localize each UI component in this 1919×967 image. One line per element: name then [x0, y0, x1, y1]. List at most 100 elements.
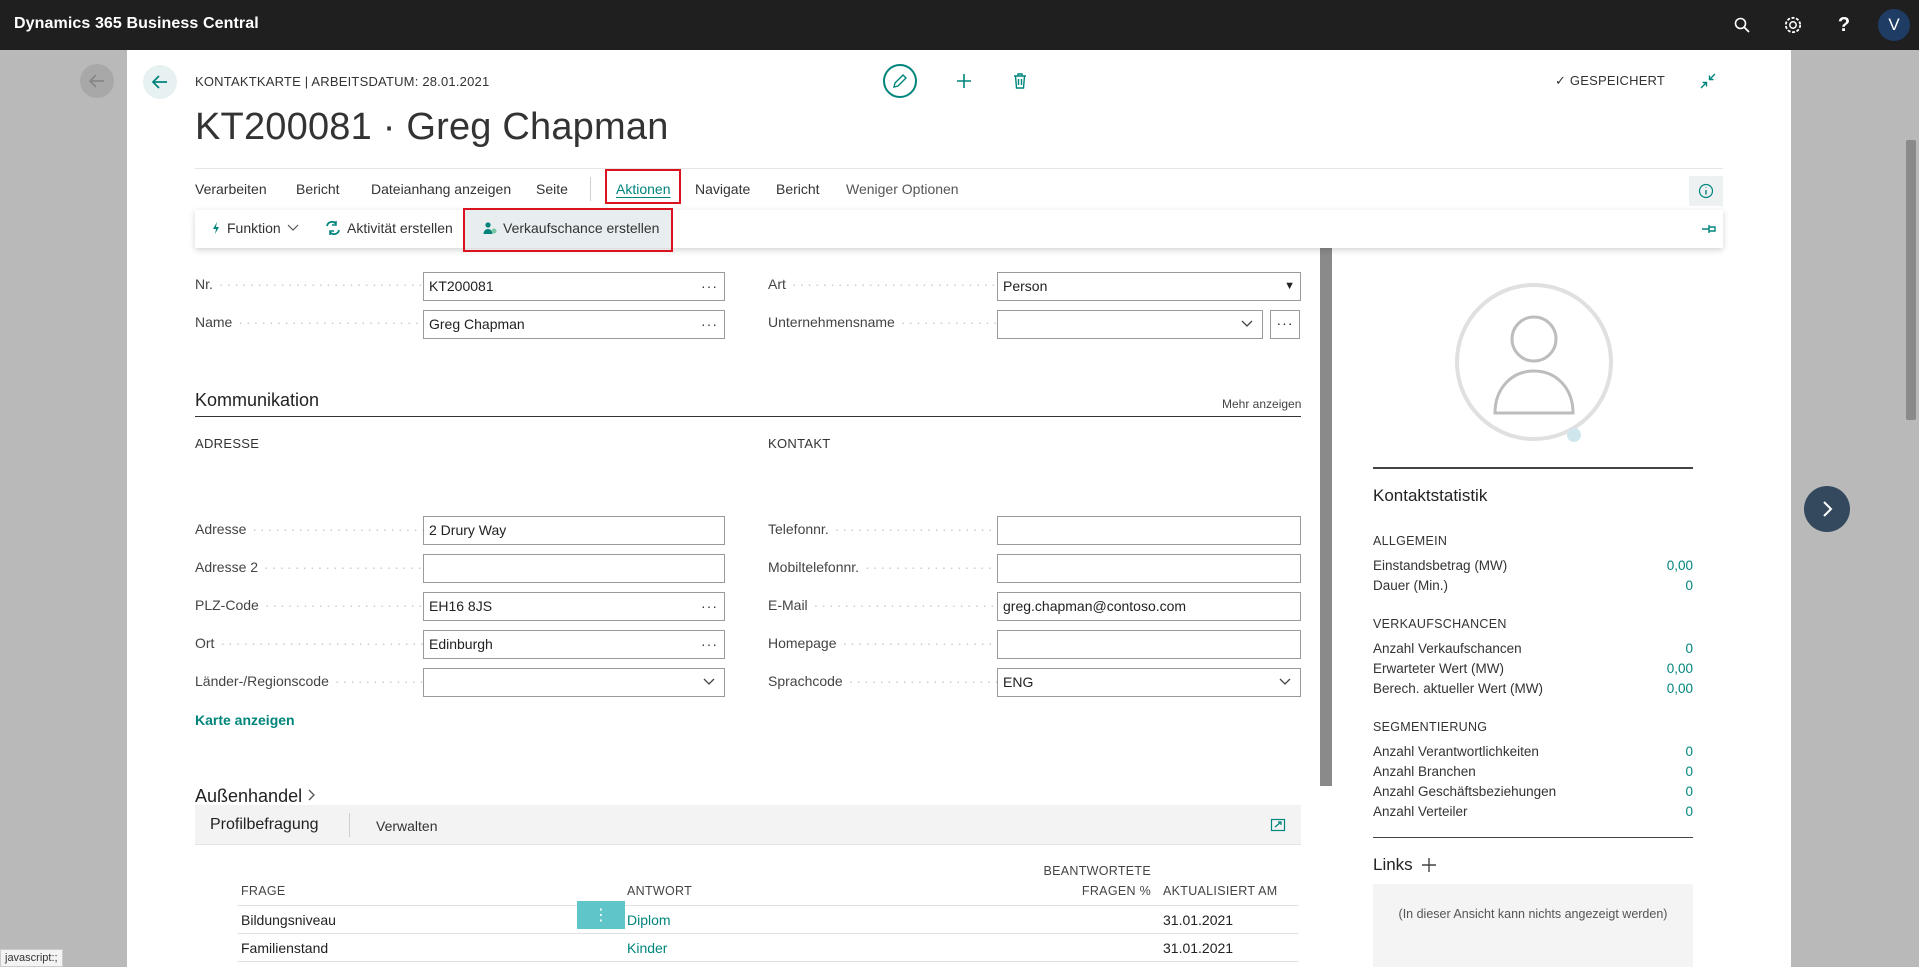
action-bericht[interactable]: Bericht — [296, 181, 340, 197]
art-select[interactable]: Person ▼ — [997, 272, 1301, 301]
postcode-field[interactable]: EH16 8JS ··· — [423, 592, 725, 621]
profile-manage[interactable]: Verwalten — [376, 818, 437, 834]
phone-label: Telefonnr.······························… — [768, 521, 998, 537]
edit-button[interactable] — [883, 64, 917, 98]
pin-icon[interactable] — [1701, 222, 1717, 236]
links-empty-text: (In dieser Ansicht kann nichts angezeigt… — [1398, 907, 1668, 921]
fb-row: Anzahl Branchen 0 — [1373, 764, 1693, 779]
profile-separator — [349, 813, 350, 837]
address2-label: Adresse 2·······························… — [195, 559, 425, 575]
mobile-field[interactable] — [997, 554, 1301, 583]
chevron-down-icon — [287, 224, 299, 231]
fb-row: Einstandsbetrag (MW) 0,00 — [1373, 558, 1693, 573]
email-label: E-Mail··································… — [768, 597, 998, 613]
more-link[interactable]: Mehr anzeigen — [1222, 397, 1301, 411]
lookup-ellipsis-icon[interactable]: ··· — [701, 273, 718, 300]
links-box: (In dieser Ansicht kann nichts angezeigt… — [1373, 884, 1693, 967]
action-bar: Verarbeiten Bericht Dateianhang anzeigen… — [195, 168, 1723, 208]
col-beantwortete[interactable]: BEANTWORTETE — [1031, 864, 1151, 878]
company-field[interactable] — [997, 310, 1263, 339]
collapse-button[interactable] — [1695, 68, 1721, 94]
row-actions-button[interactable]: ⋮ — [577, 901, 625, 929]
expand-icon[interactable] — [1270, 817, 1286, 833]
address-field[interactable]: 2 Drury Way — [423, 516, 725, 545]
search-icon[interactable] — [1730, 13, 1754, 37]
delete-button[interactable] — [1003, 64, 1037, 98]
aktionen-submenu: Funktion Aktivität erstellen Verkaufscha… — [195, 208, 1723, 252]
profile-title[interactable]: Profilbefragung — [210, 816, 319, 834]
content-scrollbar[interactable] — [1320, 246, 1332, 786]
info-button[interactable] — [1689, 176, 1723, 206]
lookup-ellipsis-icon[interactable]: ··· — [701, 631, 718, 658]
contact-picture[interactable] — [1455, 283, 1613, 441]
fb-row: Dauer (Min.) 0 — [1373, 578, 1693, 593]
fb-row: Anzahl Verteiler 0 — [1373, 804, 1693, 819]
col-antwort[interactable]: ANTWORT — [627, 884, 692, 898]
settings-icon[interactable] — [1781, 13, 1805, 37]
action-bericht-2[interactable]: Bericht — [776, 181, 820, 197]
factbox-divider — [1373, 467, 1693, 469]
check-icon: ✓ — [1555, 73, 1567, 88]
fb-row: Anzahl Geschäftsbeziehungen 0 — [1373, 784, 1693, 799]
next-record-button[interactable] — [1804, 486, 1850, 532]
company-lookup-button[interactable]: ··· — [1270, 310, 1300, 339]
col-frage[interactable]: FRAGE — [241, 884, 286, 898]
activity-icon — [326, 221, 340, 235]
action-dateianhang[interactable]: Dateianhang anzeigen — [371, 181, 511, 197]
city-field[interactable]: Edinburgh ··· — [423, 630, 725, 659]
lookup-ellipsis-icon[interactable]: ··· — [701, 593, 718, 620]
homepage-label: Homepage································… — [768, 635, 998, 651]
address-heading: ADRESSE — [195, 436, 260, 451]
contact-card: KONTAKTKARTE | ARBEITSDATUM: 28.01.2021 … — [127, 50, 1791, 967]
fb-row: Anzahl Verkaufschancen 0 — [1373, 641, 1693, 656]
page-title: KT200081 · Greg Chapman — [195, 106, 669, 148]
fb-sales-head: VERKAUFSCHANCEN — [1373, 617, 1507, 631]
section-divider — [195, 416, 1301, 417]
col-fragen-prozent[interactable]: FRAGEN % — [1031, 884, 1151, 898]
action-verarbeiten[interactable]: Verarbeiten — [195, 181, 267, 197]
profile-table: FRAGE ANTWORT BEANTWORTETE FRAGEN % AKTU… — [195, 845, 1301, 967]
show-map-link[interactable]: Karte anzeigen — [195, 712, 295, 728]
nr-field[interactable]: KT200081 ··· — [423, 272, 725, 301]
action-seite[interactable]: Seite — [536, 181, 568, 197]
back-button[interactable] — [143, 65, 177, 99]
fb-general-head: ALLGEMEIN — [1373, 534, 1448, 548]
chevron-down-icon — [1241, 320, 1253, 327]
page-scrollbar[interactable] — [1906, 140, 1916, 420]
profile-header: Profilbefragung Verwalten — [195, 805, 1301, 845]
country-label: Länder-/Regionscode·····················… — [195, 673, 425, 689]
lightning-icon — [213, 222, 219, 234]
col-aktualisiert[interactable]: AKTUALISIERT AM — [1163, 884, 1278, 898]
chevron-down-icon — [1279, 678, 1291, 685]
submenu-funktion[interactable]: Funktion — [211, 220, 299, 236]
links-title[interactable]: Links — [1373, 855, 1437, 875]
factbox-divider — [1373, 837, 1693, 838]
new-button[interactable] — [947, 64, 981, 98]
action-weniger-optionen[interactable]: Weniger Optionen — [846, 181, 959, 197]
name-field[interactable]: Greg Chapman ··· — [423, 310, 725, 339]
user-avatar[interactable]: V — [1878, 9, 1910, 41]
lookup-ellipsis-icon[interactable]: ··· — [701, 311, 718, 338]
chevron-right-icon — [308, 789, 316, 801]
address2-field[interactable] — [423, 554, 725, 583]
section-kommunikation[interactable]: Kommunikation — [195, 390, 319, 411]
add-link-icon[interactable] — [1421, 857, 1437, 873]
submenu-aktivitaet-erstellen[interactable]: Aktivität erstellen — [325, 220, 453, 236]
outer-back-button[interactable] — [80, 64, 114, 98]
factbox-title[interactable]: Kontaktstatistik — [1373, 486, 1487, 506]
avatar-status-dot — [1567, 428, 1581, 442]
action-separator — [590, 177, 591, 201]
collapse-icon — [1700, 73, 1716, 89]
art-label: Art·····································… — [768, 276, 998, 292]
section-aussenhandel[interactable]: Außenhandel — [195, 786, 317, 807]
phone-field[interactable] — [997, 516, 1301, 545]
mobile-label: Mobiltelefonnr.·························… — [768, 559, 998, 575]
add-icon — [957, 74, 971, 88]
homepage-field[interactable] — [997, 630, 1301, 659]
email-field[interactable]: greg.chapman@contoso.com — [997, 592, 1301, 621]
country-field[interactable] — [423, 668, 725, 697]
help-icon[interactable]: ? — [1832, 13, 1856, 37]
language-field[interactable]: ENG — [997, 668, 1301, 697]
fb-row: Berech. aktueller Wert (MW) 0,00 — [1373, 681, 1693, 696]
action-navigate[interactable]: Navigate — [695, 181, 750, 197]
